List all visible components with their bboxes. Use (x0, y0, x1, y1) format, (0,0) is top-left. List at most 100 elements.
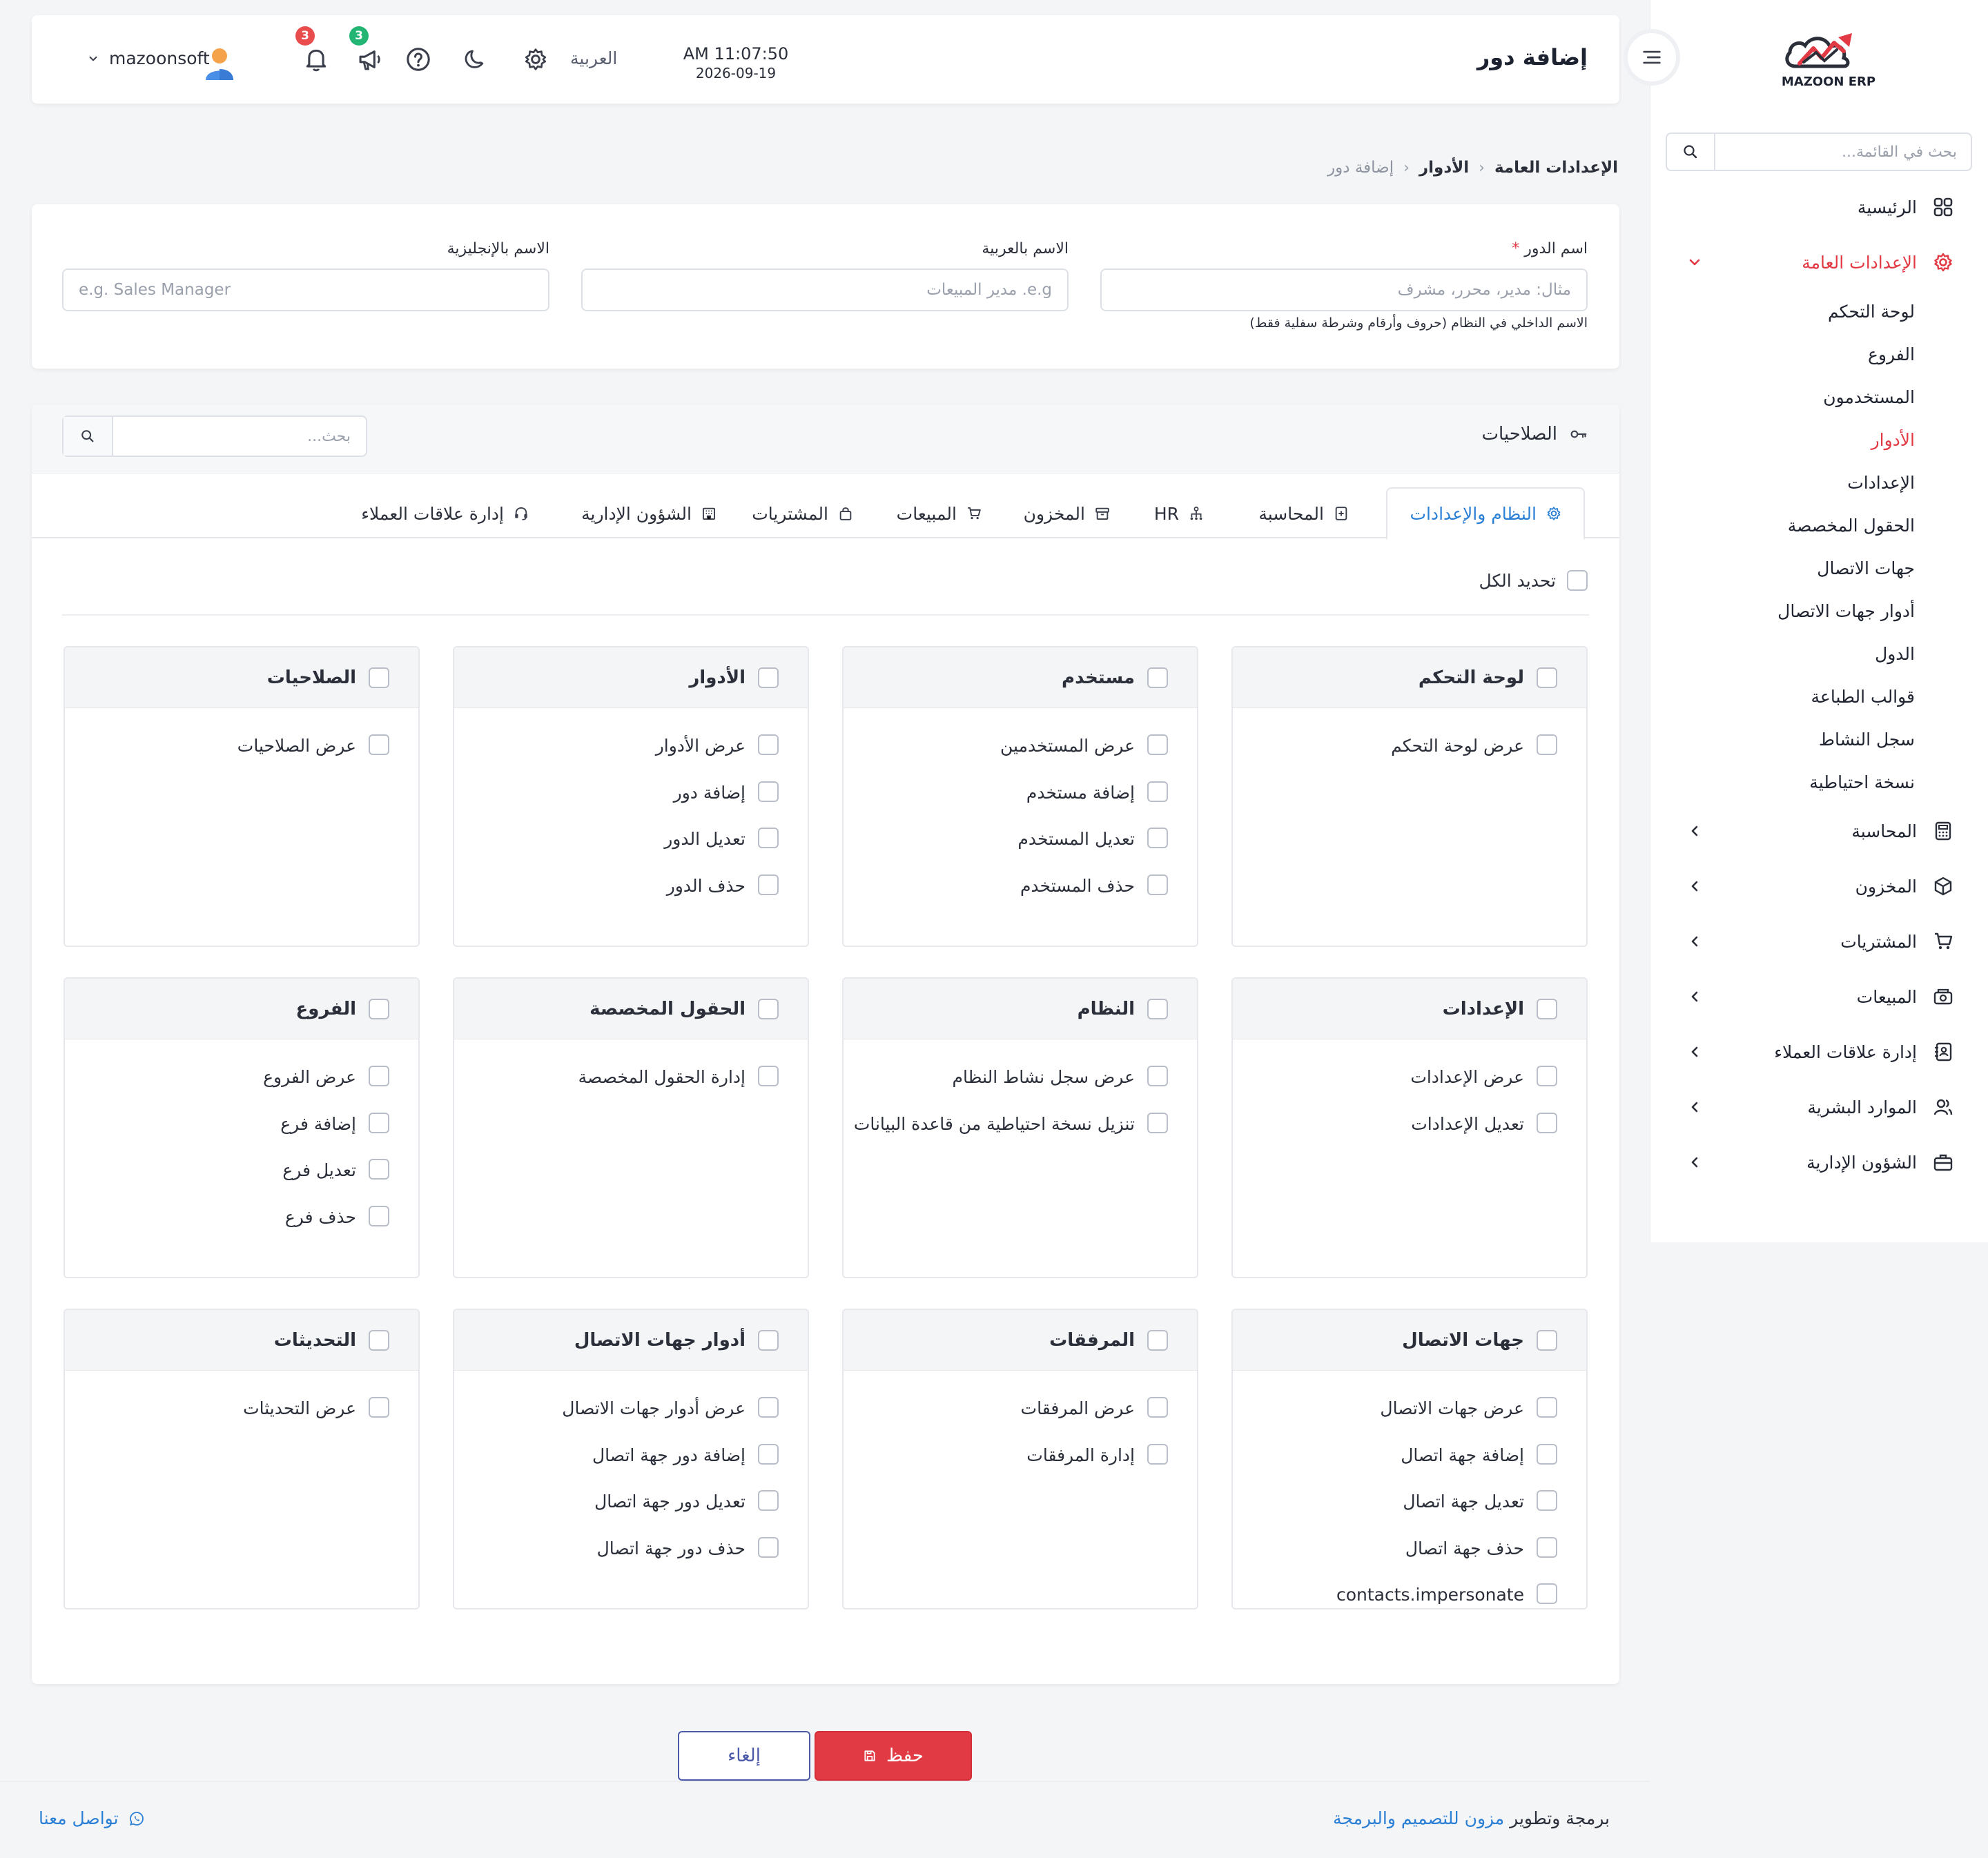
permission-item[interactable]: حذف دور جهة اتصال (461, 1536, 779, 1562)
permission-group-header[interactable]: الأدوار (454, 647, 808, 708)
sidebar-subitem-dashboard[interactable]: لوحة التحكم (1650, 290, 1988, 333)
cancel-button[interactable]: إلغاء (678, 1731, 810, 1781)
group-checkbox[interactable] (758, 667, 779, 688)
contact-us-link[interactable]: تواصل معنا (39, 1808, 145, 1828)
permission-item[interactable]: تعديل المستخدم (850, 826, 1168, 852)
permission-item[interactable]: عرض جهات الاتصال (1240, 1396, 1557, 1422)
checkbox[interactable] (758, 1490, 779, 1511)
permission-item[interactable]: عرض المرفقات (850, 1396, 1168, 1422)
checkbox[interactable] (1537, 1397, 1557, 1418)
permission-item[interactable]: عرض الإعدادات (1240, 1064, 1557, 1091)
menu-toggle-button[interactable] (1624, 29, 1680, 86)
tab-sales[interactable]: المبيعات (875, 487, 1004, 540)
checkbox[interactable] (369, 1159, 389, 1180)
tab-admin-affairs[interactable]: الشؤون الإدارية (559, 487, 739, 540)
permission-group-header[interactable]: الفروع (65, 979, 418, 1039)
group-checkbox[interactable] (369, 1329, 389, 1351)
sidebar-subitem-print-templates[interactable]: قوالب الطباعة (1650, 675, 1988, 718)
sidebar-item-sales[interactable]: المبيعات (1650, 969, 1988, 1024)
settings-button[interactable] (519, 43, 552, 76)
user-menu[interactable]: mazoonsoft (87, 48, 210, 68)
checkbox[interactable] (1537, 1112, 1557, 1133)
sidebar-item-accounting[interactable]: المحاسبة (1650, 803, 1988, 859)
checkbox[interactable] (1537, 734, 1557, 755)
group-checkbox[interactable] (1147, 1329, 1168, 1351)
tab-hr[interactable]: HR (1132, 487, 1226, 540)
checkbox[interactable] (1537, 1490, 1557, 1511)
group-checkbox[interactable] (369, 667, 389, 688)
tab-accounting[interactable]: المحاسبة (1236, 487, 1371, 540)
sidebar-subitem-contact-roles[interactable]: أدوار جهات الاتصال (1650, 589, 1988, 632)
permission-item[interactable]: إضافة دور جهة اتصال (461, 1443, 779, 1469)
breadcrumb-roles[interactable]: الأدوار (1419, 159, 1469, 177)
sidebar-item-purchases[interactable]: المشتريات (1650, 914, 1988, 969)
sidebar-item-inventory[interactable]: المخزون (1650, 859, 1988, 914)
group-checkbox[interactable] (1147, 667, 1168, 688)
permission-item[interactable]: إضافة جهة اتصال (1240, 1443, 1557, 1469)
checkbox[interactable] (1147, 1443, 1168, 1465)
sidebar-search-input[interactable] (1715, 134, 1971, 170)
checkbox[interactable] (369, 1066, 389, 1086)
permission-item[interactable]: حذف فرع (72, 1204, 389, 1231)
checkbox[interactable] (1537, 1536, 1557, 1558)
permission-item[interactable]: عرض التحديثات (72, 1396, 389, 1422)
permission-item[interactable]: إضافة فرع (72, 1111, 389, 1137)
checkbox[interactable] (1567, 570, 1588, 591)
sidebar-subitem-contacts[interactable]: جهات الاتصال (1650, 547, 1988, 589)
checkbox[interactable] (758, 1066, 779, 1086)
checkbox[interactable] (1537, 1443, 1557, 1465)
permission-group-header[interactable]: الصلاحيات (65, 647, 418, 708)
sidebar-subitem-custom-fields[interactable]: الحقول المخصصة (1650, 504, 1988, 547)
language-switch[interactable]: العربية (570, 48, 617, 68)
select-all-checkbox[interactable]: تحديد الكل (1479, 570, 1588, 591)
notifications-button[interactable]: 3 (295, 26, 333, 76)
permission-item[interactable]: تعديل الدور (461, 826, 779, 852)
name-en-input[interactable] (62, 268, 549, 311)
permission-item[interactable]: عرض سجل نشاط النظام (850, 1064, 1168, 1091)
permission-item[interactable]: حذف جهة اتصال (1240, 1536, 1557, 1562)
checkbox[interactable] (758, 1397, 779, 1418)
permission-item[interactable]: إضافة مستخدم (850, 780, 1168, 806)
tab-purchases[interactable]: المشتريات (730, 487, 875, 540)
mazoon-logo[interactable]: MAZOON ERP (1780, 28, 1877, 97)
permission-item[interactable]: حذف المستخدم (850, 873, 1168, 899)
permission-item[interactable]: عرض الأدوار (461, 733, 779, 759)
checkbox[interactable] (1147, 1112, 1168, 1133)
permission-item[interactable]: تعديل جهة اتصال (1240, 1489, 1557, 1515)
permission-group-header[interactable]: التحديثات (65, 1310, 418, 1371)
permission-group-header[interactable]: المرفقات (844, 1310, 1197, 1371)
tab-system-settings[interactable]: النظام والإعدادات (1386, 487, 1585, 540)
breadcrumb-general-settings[interactable]: الإعدادات العامة (1494, 159, 1618, 177)
permission-group-header[interactable]: الحقول المخصصة (454, 979, 808, 1039)
permission-item[interactable]: عرض الفروع (72, 1064, 389, 1091)
checkbox[interactable] (758, 781, 779, 802)
sidebar-item-crm[interactable]: إدارة علاقات العملاء (1650, 1024, 1988, 1079)
checkbox[interactable] (758, 734, 779, 755)
permission-item[interactable]: إدارة الحقول المخصصة (461, 1064, 779, 1091)
checkbox[interactable] (369, 1397, 389, 1418)
search-icon[interactable] (1667, 134, 1715, 170)
group-checkbox[interactable] (1537, 667, 1557, 688)
checkbox[interactable] (1147, 874, 1168, 895)
group-checkbox[interactable] (1537, 1329, 1557, 1351)
permission-item[interactable]: عرض أدوار جهات الاتصال (461, 1396, 779, 1422)
checkbox[interactable] (1147, 734, 1168, 755)
sidebar-subitem-countries[interactable]: الدول (1650, 632, 1988, 675)
permission-item[interactable]: تعديل فرع (72, 1157, 389, 1184)
sidebar-subitem-activity-log[interactable]: سجل النشاط (1650, 718, 1988, 761)
sidebar-item-home[interactable]: الرئيسية (1650, 179, 1988, 235)
permission-item[interactable]: إدارة المرفقات (850, 1443, 1168, 1469)
permission-group-header[interactable]: لوحة التحكم (1233, 647, 1586, 708)
help-button[interactable] (402, 43, 435, 76)
sidebar-item-admin-affairs[interactable]: الشؤون الإدارية (1650, 1135, 1988, 1190)
group-checkbox[interactable] (1147, 998, 1168, 1019)
permission-item[interactable]: تنزيل نسخة احتياطية من قاعدة البيانات (850, 1111, 1168, 1137)
permission-item[interactable]: إضافة دور (461, 780, 779, 806)
permission-item[interactable]: عرض لوحة التحكم (1240, 733, 1557, 759)
checkbox[interactable] (758, 828, 779, 848)
role-name-input[interactable] (1100, 268, 1588, 311)
permission-group-header[interactable]: أدوار جهات الاتصال (454, 1310, 808, 1371)
permission-item[interactable]: contacts.impersonate (1240, 1582, 1557, 1608)
checkbox[interactable] (1147, 828, 1168, 848)
permission-item[interactable]: تعديل الإعدادات (1240, 1111, 1557, 1137)
